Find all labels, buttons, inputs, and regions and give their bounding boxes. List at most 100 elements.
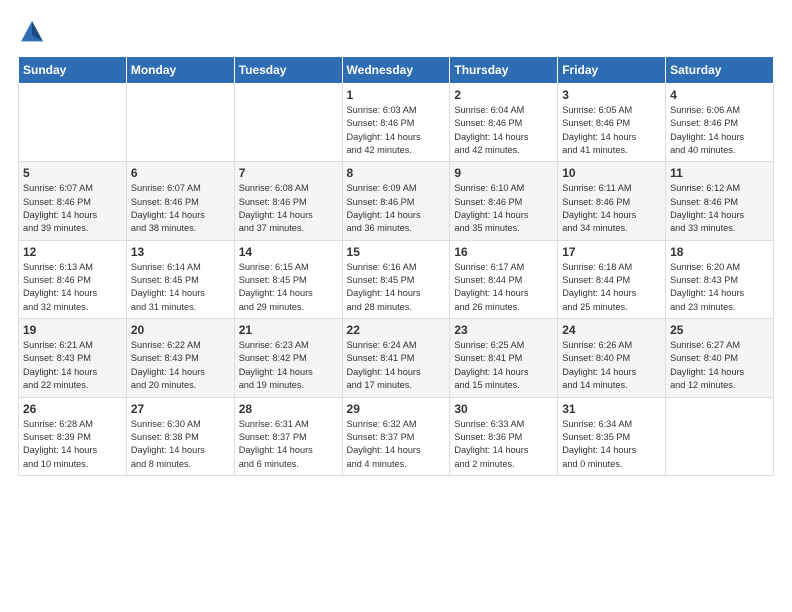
calendar-cell: 26 Sunrise: 6:28 AM Sunset: 8:39 PM Dayli… <box>19 397 127 475</box>
day-number: 20 <box>131 323 230 337</box>
calendar-cell: 31Sunrise: 6:34 AM Sunset: 8:35 PM Dayli… <box>558 397 666 475</box>
cell-content: Sunrise: 6:18 AM Sunset: 8:44 PM Dayligh… <box>562 261 661 314</box>
day-number: 11 <box>670 166 769 180</box>
calendar-cell: 27Sunrise: 6:30 AM Sunset: 8:38 PM Dayli… <box>126 397 234 475</box>
calendar-cell: 5 Sunrise: 6:07 AM Sunset: 8:46 PM Daylig… <box>19 162 127 240</box>
day-number: 30 <box>454 402 553 416</box>
calendar-week-row: 19 Sunrise: 6:21 AM Sunset: 8:43 PM Dayli… <box>19 319 774 397</box>
day-number: 22 <box>347 323 446 337</box>
cell-content: Sunrise: 6:24 AM Sunset: 8:41 PM Dayligh… <box>347 339 446 392</box>
cell-content: Sunrise: 6:10 AM Sunset: 8:46 PM Dayligh… <box>454 182 553 235</box>
cell-content: Sunrise: 6:11 AM Sunset: 8:46 PM Dayligh… <box>562 182 661 235</box>
calendar-cell: 20 Sunrise: 6:22 AM Sunset: 8:43 PM Dayli… <box>126 319 234 397</box>
calendar-cell: 30 Sunrise: 6:33 AM Sunset: 8:36 PM Dayli… <box>450 397 558 475</box>
cell-content: Sunrise: 6:28 AM Sunset: 8:39 PM Dayligh… <box>23 418 122 471</box>
cell-content: Sunrise: 6:27 AM Sunset: 8:40 PM Dayligh… <box>670 339 769 392</box>
cell-content: Sunrise: 6:04 AM Sunset: 8:46 PM Dayligh… <box>454 104 553 157</box>
calendar-cell: 14 Sunrise: 6:15 AM Sunset: 8:45 PM Dayli… <box>234 240 342 318</box>
calendar-cell: 7 Sunrise: 6:08 AM Sunset: 8:46 PM Daylig… <box>234 162 342 240</box>
calendar-cell: 22 Sunrise: 6:24 AM Sunset: 8:41 PM Dayli… <box>342 319 450 397</box>
cell-content: Sunrise: 6:09 AM Sunset: 8:46 PM Dayligh… <box>347 182 446 235</box>
calendar-cell: 3Sunrise: 6:05 AM Sunset: 8:46 PM Daylig… <box>558 84 666 162</box>
day-number: 25 <box>670 323 769 337</box>
page: SundayMondayTuesdayWednesdayThursdayFrid… <box>0 0 792 612</box>
day-number: 15 <box>347 245 446 259</box>
calendar-cell: 17 Sunrise: 6:18 AM Sunset: 8:44 PM Dayli… <box>558 240 666 318</box>
cell-content: Sunrise: 6:13 AM Sunset: 8:46 PM Dayligh… <box>23 261 122 314</box>
day-number: 23 <box>454 323 553 337</box>
cell-content: Sunrise: 6:16 AM Sunset: 8:45 PM Dayligh… <box>347 261 446 314</box>
cell-content: Sunrise: 6:26 AM Sunset: 8:40 PM Dayligh… <box>562 339 661 392</box>
cell-content: Sunrise: 6:08 AM Sunset: 8:46 PM Dayligh… <box>239 182 338 235</box>
cell-content: Sunrise: 6:15 AM Sunset: 8:45 PM Dayligh… <box>239 261 338 314</box>
calendar-header-wednesday: Wednesday <box>342 57 450 84</box>
calendar-cell: 15 Sunrise: 6:16 AM Sunset: 8:45 PM Dayli… <box>342 240 450 318</box>
calendar-week-row: 5 Sunrise: 6:07 AM Sunset: 8:46 PM Daylig… <box>19 162 774 240</box>
calendar-week-row: 1 Sunrise: 6:03 AM Sunset: 8:46 PM Daylig… <box>19 84 774 162</box>
calendar-cell: 29 Sunrise: 6:32 AM Sunset: 8:37 PM Dayli… <box>342 397 450 475</box>
calendar-cell: 23 Sunrise: 6:25 AM Sunset: 8:41 PM Dayli… <box>450 319 558 397</box>
calendar-header-saturday: Saturday <box>666 57 774 84</box>
day-number: 16 <box>454 245 553 259</box>
calendar-cell: 11 Sunrise: 6:12 AM Sunset: 8:46 PM Dayli… <box>666 162 774 240</box>
cell-content: Sunrise: 6:33 AM Sunset: 8:36 PM Dayligh… <box>454 418 553 471</box>
day-number: 26 <box>23 402 122 416</box>
cell-content: Sunrise: 6:34 AM Sunset: 8:35 PM Dayligh… <box>562 418 661 471</box>
calendar-cell <box>19 84 127 162</box>
day-number: 5 <box>23 166 122 180</box>
calendar-header-thursday: Thursday <box>450 57 558 84</box>
day-number: 7 <box>239 166 338 180</box>
day-number: 2 <box>454 88 553 102</box>
calendar-cell: 16Sunrise: 6:17 AM Sunset: 8:44 PM Dayli… <box>450 240 558 318</box>
calendar-cell: 4 Sunrise: 6:06 AM Sunset: 8:46 PM Daylig… <box>666 84 774 162</box>
calendar-cell: 28 Sunrise: 6:31 AM Sunset: 8:37 PM Dayli… <box>234 397 342 475</box>
calendar-cell: 18 Sunrise: 6:20 AM Sunset: 8:43 PM Dayli… <box>666 240 774 318</box>
day-number: 12 <box>23 245 122 259</box>
calendar-header-tuesday: Tuesday <box>234 57 342 84</box>
logo <box>18 18 50 46</box>
calendar-cell: 12 Sunrise: 6:13 AM Sunset: 8:46 PM Dayli… <box>19 240 127 318</box>
day-number: 14 <box>239 245 338 259</box>
logo-icon <box>18 18 46 46</box>
day-number: 17 <box>562 245 661 259</box>
calendar-cell: 24 Sunrise: 6:26 AM Sunset: 8:40 PM Dayli… <box>558 319 666 397</box>
calendar-cell <box>234 84 342 162</box>
cell-content: Sunrise: 6:32 AM Sunset: 8:37 PM Dayligh… <box>347 418 446 471</box>
cell-content: Sunrise: 6:22 AM Sunset: 8:43 PM Dayligh… <box>131 339 230 392</box>
calendar-week-row: 12 Sunrise: 6:13 AM Sunset: 8:46 PM Dayli… <box>19 240 774 318</box>
calendar-cell: 19 Sunrise: 6:21 AM Sunset: 8:43 PM Dayli… <box>19 319 127 397</box>
cell-content: Sunrise: 6:25 AM Sunset: 8:41 PM Dayligh… <box>454 339 553 392</box>
calendar-week-row: 26 Sunrise: 6:28 AM Sunset: 8:39 PM Dayli… <box>19 397 774 475</box>
cell-content: Sunrise: 6:05 AM Sunset: 8:46 PM Dayligh… <box>562 104 661 157</box>
cell-content: Sunrise: 6:20 AM Sunset: 8:43 PM Dayligh… <box>670 261 769 314</box>
cell-content: Sunrise: 6:23 AM Sunset: 8:42 PM Dayligh… <box>239 339 338 392</box>
cell-content: Sunrise: 6:21 AM Sunset: 8:43 PM Dayligh… <box>23 339 122 392</box>
calendar-header-monday: Monday <box>126 57 234 84</box>
cell-content: Sunrise: 6:31 AM Sunset: 8:37 PM Dayligh… <box>239 418 338 471</box>
day-number: 4 <box>670 88 769 102</box>
header <box>18 18 774 46</box>
cell-content: Sunrise: 6:03 AM Sunset: 8:46 PM Dayligh… <box>347 104 446 157</box>
day-number: 29 <box>347 402 446 416</box>
calendar-cell <box>126 84 234 162</box>
calendar-cell: 21Sunrise: 6:23 AM Sunset: 8:42 PM Dayli… <box>234 319 342 397</box>
calendar-cell: 1 Sunrise: 6:03 AM Sunset: 8:46 PM Daylig… <box>342 84 450 162</box>
cell-content: Sunrise: 6:06 AM Sunset: 8:46 PM Dayligh… <box>670 104 769 157</box>
calendar-header-row: SundayMondayTuesdayWednesdayThursdayFrid… <box>19 57 774 84</box>
cell-content: Sunrise: 6:12 AM Sunset: 8:46 PM Dayligh… <box>670 182 769 235</box>
day-number: 24 <box>562 323 661 337</box>
cell-content: Sunrise: 6:07 AM Sunset: 8:46 PM Dayligh… <box>23 182 122 235</box>
calendar-table: SundayMondayTuesdayWednesdayThursdayFrid… <box>18 56 774 476</box>
day-number: 9 <box>454 166 553 180</box>
day-number: 18 <box>670 245 769 259</box>
calendar-cell: 6Sunrise: 6:07 AM Sunset: 8:46 PM Daylig… <box>126 162 234 240</box>
day-number: 8 <box>347 166 446 180</box>
calendar-cell <box>666 397 774 475</box>
day-number: 1 <box>347 88 446 102</box>
cell-content: Sunrise: 6:14 AM Sunset: 8:45 PM Dayligh… <box>131 261 230 314</box>
calendar-cell: 2 Sunrise: 6:04 AM Sunset: 8:46 PM Daylig… <box>450 84 558 162</box>
day-number: 28 <box>239 402 338 416</box>
day-number: 27 <box>131 402 230 416</box>
day-number: 19 <box>23 323 122 337</box>
day-number: 13 <box>131 245 230 259</box>
